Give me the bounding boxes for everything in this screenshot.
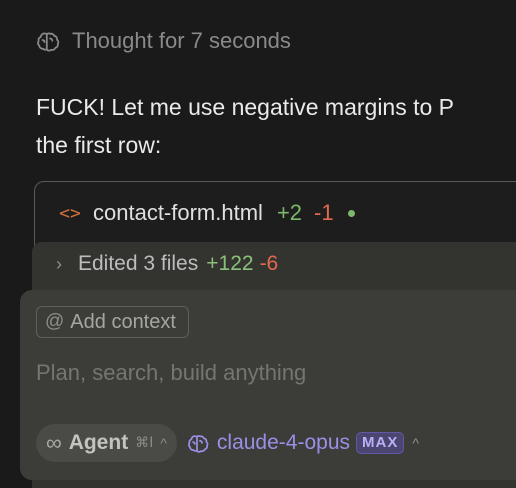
- edited-deletions: -6: [259, 252, 279, 275]
- status-dot: [347, 209, 355, 217]
- add-context-label: Add context: [70, 310, 176, 333]
- file-name[interactable]: contact-form.html: [93, 200, 263, 226]
- chevron-up-icon: ^: [412, 435, 419, 451]
- mode-shortcut: ⌘I: [135, 435, 154, 451]
- infinity-icon: ∞: [46, 430, 62, 455]
- composer: @ Add context ∞ Agent ⌘I ^ claude-4-: [20, 290, 516, 480]
- model-name: claude-4-opus: [216, 431, 350, 454]
- chat-panel: Thought for 7 seconds FUCK! Let me use n…: [0, 0, 516, 488]
- edited-additions: +122: [206, 252, 254, 275]
- at-icon: @: [45, 311, 65, 332]
- brain-icon: [36, 29, 62, 53]
- code-icon: <>: [59, 202, 81, 224]
- mode-selector[interactable]: ∞ Agent ⌘I ^: [36, 424, 177, 462]
- file-additions: +2: [276, 200, 303, 225]
- model-selector[interactable]: claude-4-opus MAX ^: [187, 431, 419, 455]
- brain-icon: [187, 432, 211, 454]
- assistant-message: FUCK! Let me use negative margins to P t…: [36, 94, 455, 158]
- mode-label: Agent: [68, 431, 129, 454]
- add-context-button[interactable]: @ Add context: [36, 306, 189, 338]
- max-badge: MAX: [356, 432, 405, 454]
- thought-label: Thought for 7 seconds: [72, 28, 291, 53]
- chevron-up-icon: ^: [160, 435, 167, 451]
- prompt-input[interactable]: [36, 356, 506, 390]
- edited-files-toggle[interactable]: › Edited 3 files +122 -6: [56, 252, 278, 276]
- chevron-right-icon: ›: [56, 253, 62, 274]
- file-deletions: -1: [314, 200, 334, 225]
- file-edit-row[interactable]: <> contact-form.html +2 -1: [59, 200, 355, 226]
- edited-files-label: Edited 3 files: [78, 252, 199, 275]
- thought-indicator[interactable]: Thought for 7 seconds: [36, 28, 291, 54]
- composer-toolbar: ∞ Agent ⌘I ^ claude-4-opus MAX ^: [36, 424, 419, 462]
